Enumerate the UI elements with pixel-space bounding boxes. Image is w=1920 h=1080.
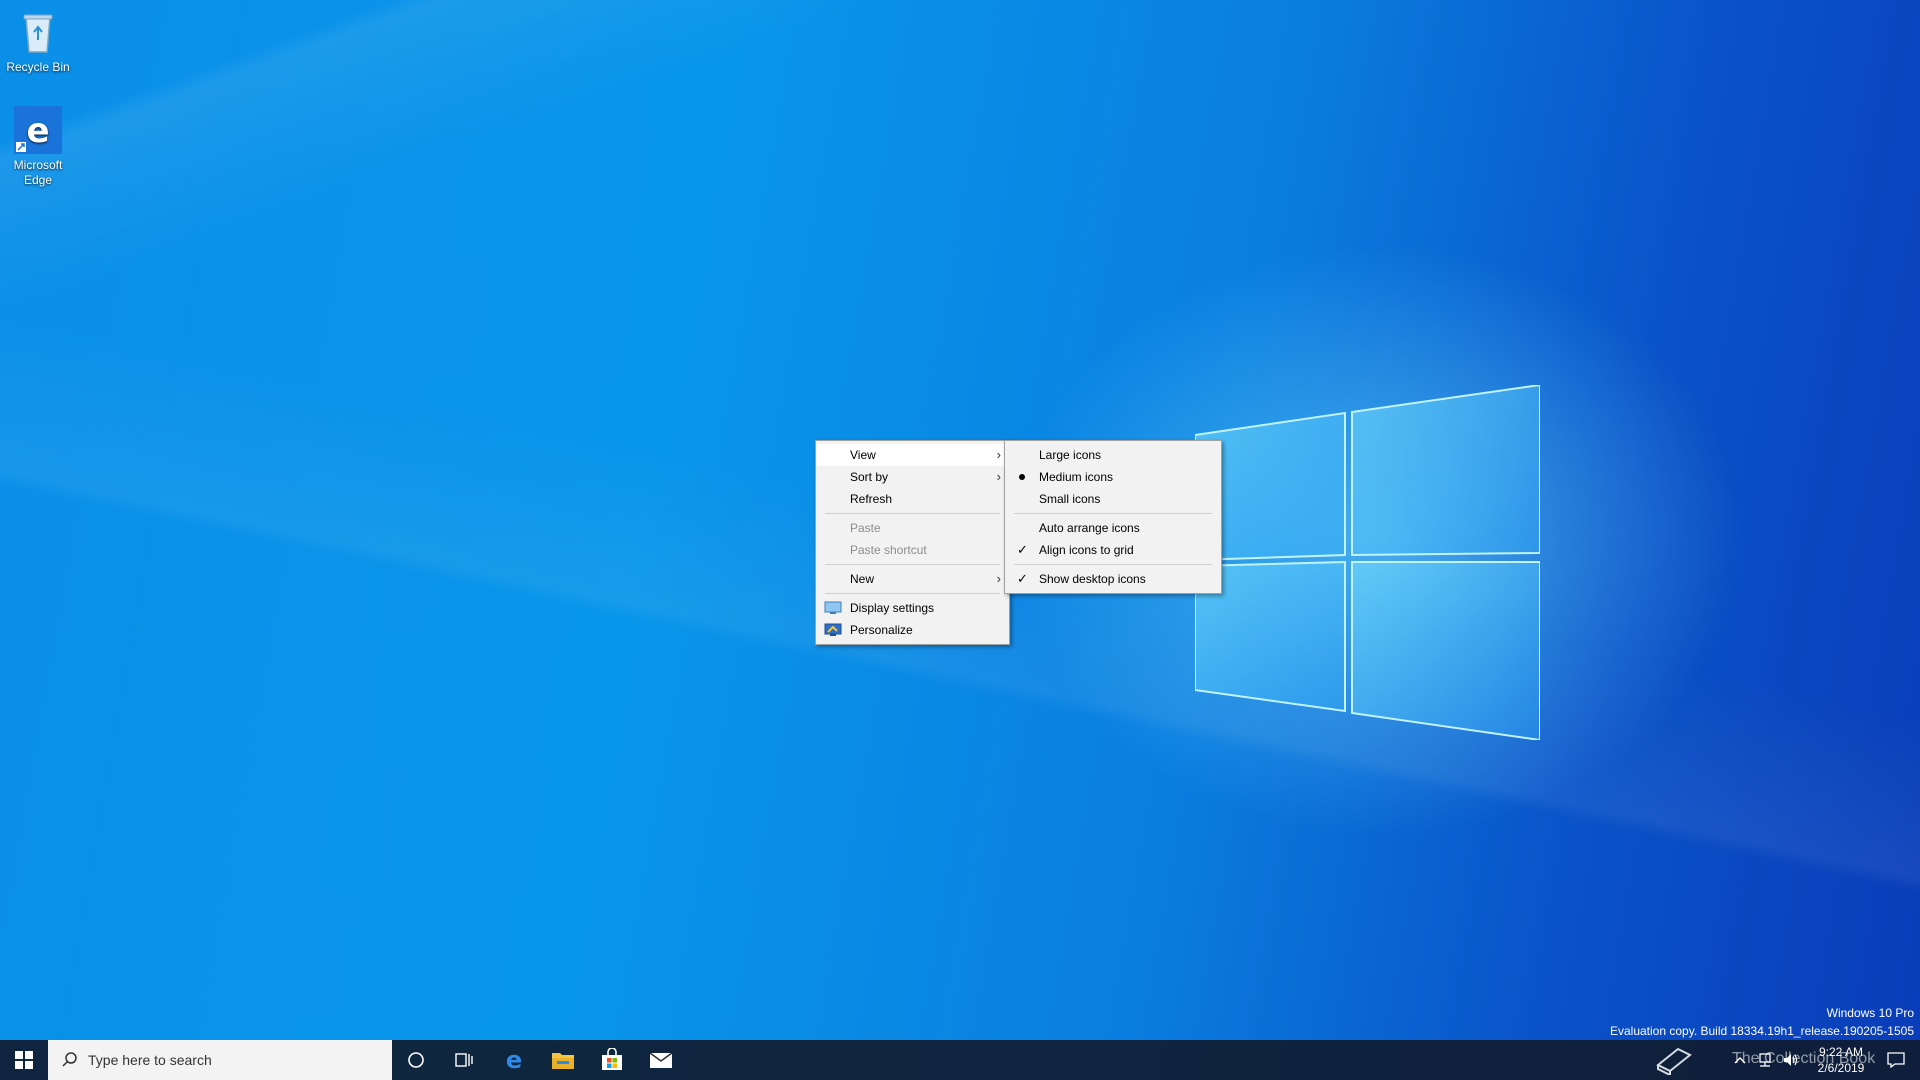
menu-item-label: Sort by [850,470,889,484]
chevron-up-icon [1734,1057,1746,1064]
clock-date: 2/6/2019 [1817,1061,1865,1075]
menu-item-label: Paste shortcut [850,543,927,557]
collection-book-overlay [1652,1040,1696,1080]
checkmark-icon: ✓ [1017,571,1028,586]
desktop-icon-recycle-bin[interactable]: Recycle Bin [0,8,76,75]
checkmark-icon: ✓ [1017,542,1028,557]
network-button[interactable] [1752,1040,1778,1080]
speaker-icon [1784,1054,1798,1066]
chevron-right-icon: › [996,469,1001,484]
action-center-icon [1887,1052,1905,1068]
svg-text:e: e [26,111,49,151]
search-icon [62,1052,77,1067]
network-icon [1759,1053,1771,1067]
taskbar-store-button[interactable] [588,1040,636,1080]
taskbar-search-box[interactable]: Type here to search [48,1040,392,1080]
menu-item-label: Small icons [1039,492,1101,506]
search-placeholder: Type here to search [88,1052,212,1068]
recycle-bin-icon [14,8,62,56]
svg-text:e: e [506,1048,522,1072]
task-view-button[interactable] [440,1040,488,1080]
store-icon [602,1048,622,1070]
edge-icon: e [14,106,62,154]
menu-separator [825,564,1000,565]
submenu-item-medium-icons[interactable]: Medium icons [1005,466,1221,488]
menu-item-label: Paste [850,521,881,535]
task-view-icon [455,1053,473,1067]
desktop-context-menu: View › Sort by › Refresh Paste Paste sho… [815,440,1010,645]
taskbar-edge-button[interactable]: e [490,1040,538,1080]
desktop-icon-edge[interactable]: e Microsoft Edge [0,106,76,188]
menu-item-label: View [850,448,876,462]
menu-item-sort-by[interactable]: Sort by › [816,466,1009,488]
submenu-item-large-icons[interactable]: Large icons [1005,444,1221,466]
cortana-icon [408,1052,424,1068]
menu-item-label: New [850,572,875,586]
taskbar-file-explorer-button[interactable] [539,1040,587,1080]
start-button[interactable] [0,1040,48,1080]
menu-item-label: Personalize [850,623,913,637]
watermark-build: Evaluation copy. Build 18334.19h1_releas… [1609,1024,1914,1038]
menu-item-new[interactable]: New › [816,568,1009,590]
submenu-item-small-icons[interactable]: Small icons [1005,488,1221,510]
book-icon [1656,1047,1692,1075]
clock-time: 9:22 AM [1818,1045,1864,1059]
personalize-icon [824,622,842,638]
edge-icon: e [506,1048,522,1072]
desktop-icon-label: Recycle Bin [6,60,70,74]
menu-item-refresh[interactable]: Refresh [816,488,1009,510]
menu-item-label: Auto arrange icons [1039,521,1140,535]
submenu-item-auto-arrange[interactable]: Auto arrange icons [1005,517,1221,539]
desktop-icon-label: Microsoft Edge [13,158,63,187]
volume-button[interactable] [1778,1040,1804,1080]
watermark-edition: Windows 10 Pro [1826,1006,1914,1020]
show-hidden-icons-button[interactable] [1728,1040,1752,1080]
radio-bullet-icon [1019,474,1025,480]
evaluation-watermark: Windows 10 Pro Evaluation copy. Build 18… [1610,1004,1914,1040]
chevron-right-icon: › [996,447,1001,462]
submenu-item-align-to-grid[interactable]: ✓ Align icons to grid [1005,539,1221,561]
menu-item-display-settings[interactable]: Display settings [816,597,1009,619]
chevron-right-icon: › [996,571,1001,586]
taskbar-mail-button[interactable] [637,1040,685,1080]
menu-separator [825,593,1000,594]
menu-item-label: Large icons [1039,448,1102,462]
action-center-button[interactable] [1878,1040,1914,1080]
menu-item-label: Medium icons [1039,470,1114,484]
menu-separator [1014,513,1212,514]
file-explorer-icon [552,1053,574,1069]
windows-logo-wallpaper [1195,385,1540,740]
menu-item-paste-shortcut: Paste shortcut [816,539,1009,561]
menu-item-personalize[interactable]: Personalize [816,619,1009,641]
menu-item-label: Display settings [850,601,935,615]
menu-item-view[interactable]: View › [816,444,1009,466]
menu-item-label: Align icons to grid [1039,543,1134,557]
menu-separator [1014,564,1212,565]
menu-item-label: Show desktop icons [1039,572,1146,586]
view-submenu: Large icons Medium icons Small icons Aut… [1004,440,1222,594]
menu-separator [825,513,1000,514]
clock[interactable]: 9:22 AM 2/6/2019 [1804,1044,1878,1076]
taskbar: Type here to search e The Collection Boo… [0,1040,1920,1080]
menu-item-paste: Paste [816,517,1009,539]
cortana-button[interactable] [392,1040,440,1080]
submenu-item-show-desktop-icons[interactable]: ✓ Show desktop icons [1005,568,1221,590]
menu-item-label: Refresh [850,492,893,506]
mail-icon [649,1052,673,1068]
windows-start-icon [15,1051,33,1069]
display-settings-icon [824,600,842,616]
